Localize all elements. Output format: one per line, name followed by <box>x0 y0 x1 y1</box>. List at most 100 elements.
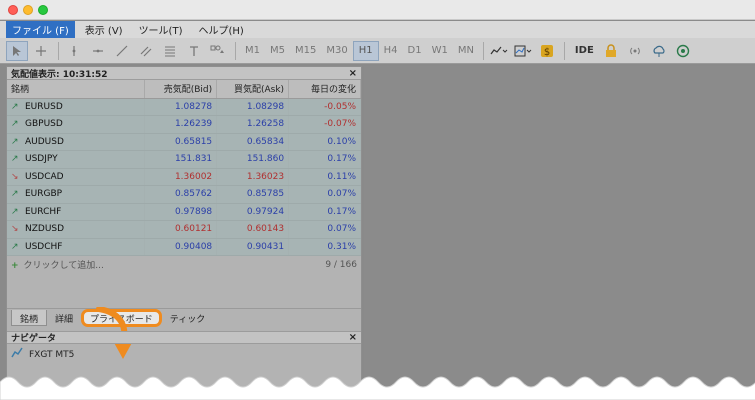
close-window-button[interactable] <box>8 5 18 15</box>
shapes-dropdown-icon[interactable] <box>207 41 229 61</box>
zoom-window-button[interactable] <box>38 5 48 15</box>
cursor-tool-icon[interactable] <box>6 40 28 61</box>
menu-file[interactable]: ファイル (F) <box>6 21 75 38</box>
tab-symbols[interactable]: 銘柄 <box>11 310 48 326</box>
bid-cell: 151.831 <box>144 150 218 169</box>
indicators-icon[interactable] <box>512 41 534 61</box>
symbol-cell[interactable]: ↗ EURGBP <box>7 185 146 204</box>
column-symbol[interactable]: 銘柄 <box>7 80 146 99</box>
arrow-up-icon: ↗ <box>11 206 19 217</box>
ask-cell: 1.08298 <box>216 98 290 116</box>
symbol-name: EURUSD <box>25 101 63 112</box>
arrow-up-icon: ↗ <box>11 119 19 130</box>
close-icon[interactable]: × <box>349 68 357 79</box>
ask-cell: 0.60143 <box>216 220 290 239</box>
menu-tools[interactable]: ツール(T) <box>133 21 189 38</box>
bid-cell: 0.90408 <box>144 238 218 256</box>
symbol-name: EURCHF <box>25 206 62 217</box>
trendline-icon[interactable] <box>111 41 133 61</box>
market-watch-header: 気配値表示: 10:31:52 × <box>7 67 361 80</box>
symbol-name: USDCHF <box>25 241 63 252</box>
table-row[interactable]: ↗ USDJPY 151.831 151.860 0.17% <box>7 150 361 169</box>
table-row[interactable]: ↗ EURUSD 1.08278 1.08298 -0.05% <box>7 98 361 116</box>
signal-icon[interactable] <box>624 41 646 61</box>
chart-area[interactable] <box>364 66 755 400</box>
table-row[interactable]: ↗ EURCHF 0.97898 0.97924 0.17% <box>7 203 361 221</box>
ide-button[interactable]: IDE <box>569 45 600 56</box>
timeframe-m1[interactable]: M1 <box>240 41 265 61</box>
dollar-icon[interactable]: $ <box>536 41 558 61</box>
add-symbol-row[interactable]: + クリックして追加... 9 / 166 <box>7 256 361 273</box>
navigator-title: ナビゲータ <box>11 334 57 344</box>
daily-change-cell: 0.11% <box>288 168 361 186</box>
symbol-cell[interactable]: ↗ AUDUSD <box>7 133 146 151</box>
column-bid[interactable]: 売気配(Bid) <box>144 80 218 99</box>
column-ask[interactable]: 買気配(Ask) <box>216 80 290 99</box>
symbol-cell[interactable]: ↘ NZDUSD <box>7 220 146 239</box>
ask-cell: 0.90431 <box>216 238 290 256</box>
quotes-table: 銘柄 売気配(Bid) 買気配(Ask) 毎日の変化 ↗ EURUSD 1.0827… <box>7 80 361 256</box>
timeframe-m5[interactable]: M5 <box>265 41 290 61</box>
bid-cell: 0.65815 <box>144 133 218 151</box>
column-daily-change[interactable]: 毎日の変化 <box>288 80 361 99</box>
ask-cell: 1.26258 <box>216 115 290 134</box>
symbol-name: GBPUSD <box>25 119 63 130</box>
daily-change-cell: 0.07% <box>288 220 361 239</box>
lock-icon[interactable] <box>600 41 622 61</box>
vertical-line-icon[interactable] <box>63 41 85 61</box>
symbol-cell[interactable]: ↗ GBPUSD <box>7 115 146 134</box>
timeframe-d1[interactable]: D1 <box>403 41 427 61</box>
bid-cell: 1.26239 <box>144 115 218 134</box>
symbol-cell[interactable]: ↗ USDJPY <box>7 150 146 169</box>
timeframe-h4[interactable]: H4 <box>379 41 403 61</box>
table-row[interactable]: ↗ AUDUSD 0.65815 0.65834 0.10% <box>7 133 361 151</box>
timeframe-h1[interactable]: H1 <box>352 40 379 61</box>
bid-cell: 0.85762 <box>144 185 218 204</box>
menu-help[interactable]: ヘルプ(H) <box>192 21 249 38</box>
minimize-window-button[interactable] <box>23 5 33 15</box>
arrow-up-icon: ↗ <box>11 241 19 252</box>
globe-icon[interactable] <box>672 41 694 61</box>
table-row[interactable]: ↗ USDCHF 0.90408 0.90431 0.31% <box>7 238 361 256</box>
text-tool-icon[interactable] <box>183 41 205 61</box>
market-watch-title: 気配値表示: 10:31:52 <box>11 69 108 80</box>
torn-edge-decoration <box>0 376 755 400</box>
add-symbol[interactable]: + クリックして追加... <box>11 258 104 271</box>
daily-change-cell: 0.17% <box>288 150 361 169</box>
bid-cell: 1.36002 <box>144 168 218 186</box>
timeframe-mn[interactable]: MN <box>453 41 479 61</box>
ask-cell: 0.97924 <box>216 203 290 221</box>
table-row[interactable]: ↗ EURGBP 0.85762 0.85785 0.07% <box>7 185 361 204</box>
table-row[interactable]: ↗ GBPUSD 1.26239 1.26258 -0.07% <box>7 115 361 134</box>
bid-cell: 0.60121 <box>144 220 218 239</box>
market-watch-panel: 気配値表示: 10:31:52 × 銘柄 売気配(Bid) 買気配(Ask) 毎… <box>6 66 362 400</box>
cloud-icon[interactable] <box>648 41 670 61</box>
menu-view[interactable]: 表示 (V) <box>79 21 129 38</box>
table-row[interactable]: ↘ USDCAD 1.36002 1.36023 0.11% <box>7 168 361 186</box>
timeframe-w1[interactable]: W1 <box>427 41 453 61</box>
symbol-cell[interactable]: ↘ USDCAD <box>7 168 146 186</box>
navigator-close-icon[interactable]: × <box>349 332 357 343</box>
crosshair-tool-icon[interactable] <box>30 41 52 61</box>
ask-cell: 0.85785 <box>216 185 290 204</box>
table-row[interactable]: ↘ NZDUSD 0.60121 0.60143 0.07% <box>7 220 361 239</box>
tab-details[interactable]: 詳細 <box>47 310 81 326</box>
terminal-window: ファイル (F) 表示 (V) ツール(T) ヘルプ(H) M1 M5 M15 … <box>0 0 755 400</box>
timeframe-m30[interactable]: M30 <box>321 41 352 61</box>
toolbar-separator <box>482 41 484 60</box>
symbol-cell[interactable]: ↗ USDCHF <box>7 238 146 256</box>
timeframe-m15[interactable]: M15 <box>290 41 321 61</box>
horizontal-line-icon[interactable] <box>87 41 109 61</box>
navigator-item-label: FXGT MT5 <box>29 349 75 360</box>
fibonacci-icon[interactable] <box>159 41 181 61</box>
bid-cell: 0.97898 <box>144 203 218 221</box>
channel-icon[interactable] <box>135 41 157 61</box>
daily-change-cell: 0.17% <box>288 203 361 221</box>
ask-cell: 1.36023 <box>216 168 290 186</box>
toolbar-separator <box>58 41 59 60</box>
arrow-down-icon: ↘ <box>11 224 19 235</box>
symbol-cell[interactable]: ↗ EURCHF <box>7 203 146 221</box>
chart-type-icon[interactable] <box>488 41 510 61</box>
tab-ticks[interactable]: ティック <box>162 310 213 326</box>
symbol-cell[interactable]: ↗ EURUSD <box>7 98 146 116</box>
